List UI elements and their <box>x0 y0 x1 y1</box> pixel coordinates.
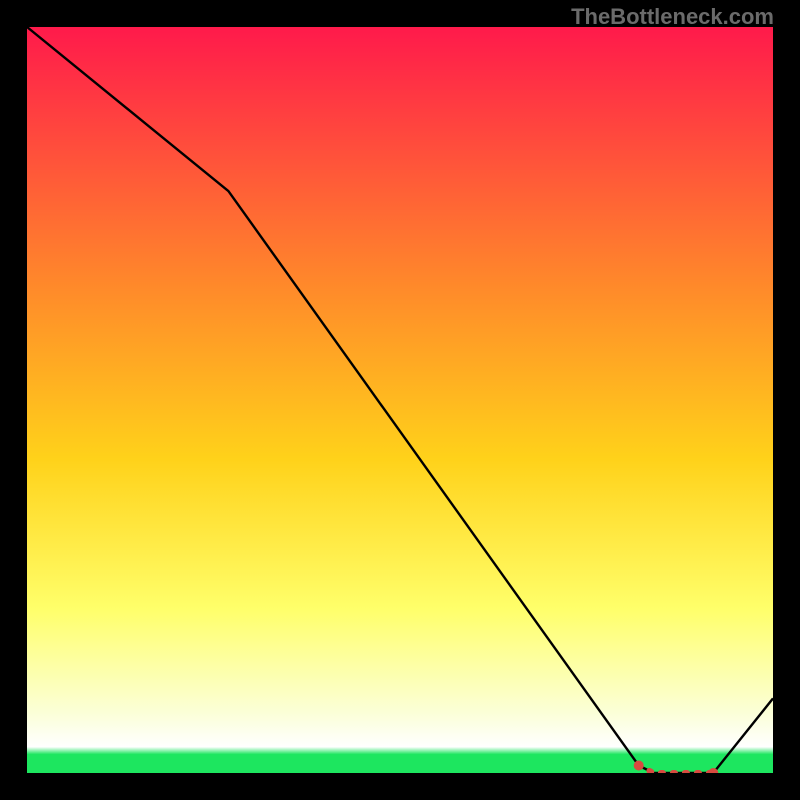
chart-frame: TheBottleneck.com <box>0 0 800 800</box>
gradient-chart <box>27 27 773 773</box>
gradient-background <box>27 27 773 773</box>
plot-area <box>27 27 773 773</box>
marker-dot <box>634 761 644 771</box>
